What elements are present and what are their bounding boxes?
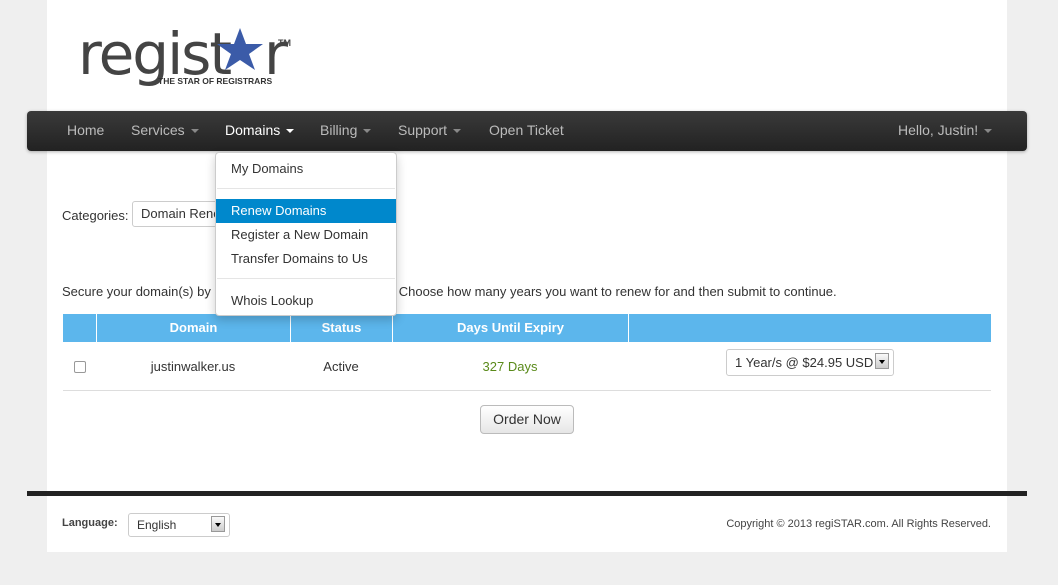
dropdown-arrow-icon	[211, 516, 225, 532]
cell-domain: justinwalker.us	[150, 359, 236, 374]
caret-down-icon	[984, 129, 993, 134]
table-row: justinwalker.us Active 327 Days 1 Year/s…	[63, 342, 991, 391]
nav-label: Support	[398, 122, 448, 138]
caret-down-icon	[453, 129, 462, 134]
menu-item-my-domains[interactable]: My Domains	[216, 157, 396, 181]
menu-divider	[217, 278, 395, 279]
cell-days: 327 Days	[482, 359, 538, 374]
nav-open-ticket[interactable]: Open Ticket	[489, 111, 564, 151]
logo-image: regist r TM THE STAR OF REGISTRARS	[78, 20, 291, 88]
header-term	[628, 314, 991, 342]
menu-item-register-domain[interactable]: Register a New Domain	[216, 223, 396, 247]
cell-status: Active	[323, 359, 359, 374]
svg-text:TM: TM	[278, 38, 291, 48]
categories-label: Categories:	[62, 208, 129, 223]
nav-billing[interactable]: Billing	[320, 111, 372, 151]
header-days-until-expiry: Days Until Expiry	[392, 314, 628, 342]
table-header: Domain Status Days Until Expiry	[63, 314, 991, 342]
term-select[interactable]: 1 Year/s @ $24.95 USD	[726, 349, 894, 376]
order-now-button[interactable]: Order Now	[480, 405, 574, 434]
header-status: Status	[290, 314, 392, 342]
header-select	[63, 314, 96, 342]
row-checkbox[interactable]	[74, 361, 86, 373]
footer-divider	[27, 491, 1027, 496]
term-value: 1 Year/s @ $24.95 USD	[735, 355, 874, 370]
intro-text: Secure your domain(s) by adding them to …	[62, 284, 837, 299]
header-domain: Domain	[96, 314, 290, 342]
menu-item-whois-lookup[interactable]: Whois Lookup	[216, 289, 396, 313]
caret-down-icon	[286, 129, 295, 134]
language-select[interactable]: English	[128, 513, 230, 537]
registar-logo[interactable]: regist r TM THE STAR OF REGISTRARS	[78, 18, 308, 90]
nav-label: Domains	[225, 122, 281, 138]
menu-item-renew-domains[interactable]: Renew Domains	[216, 199, 396, 223]
svg-text:THE STAR OF REGISTRARS: THE STAR OF REGISTRARS	[158, 76, 272, 86]
language-label: Language:	[62, 517, 118, 529]
nav-label: Hello, Justin!	[898, 122, 979, 138]
nav-user-menu[interactable]: Hello, Justin!	[898, 111, 993, 151]
copyright-text: Copyright © 2013 regiSTAR.com. All Right…	[726, 518, 991, 530]
nav-label: Services	[131, 122, 185, 138]
domains-dropdown-menu: My Domains Renew Domains Register a New …	[215, 152, 397, 316]
nav-home[interactable]: Home	[67, 111, 104, 151]
main-navbar: Home Services Domains Billing Support Op…	[27, 111, 1027, 151]
caret-down-icon	[190, 129, 199, 134]
dropdown-arrow-icon	[875, 353, 889, 369]
nav-support[interactable]: Support	[398, 111, 462, 151]
menu-item-transfer-domains[interactable]: Transfer Domains to Us	[216, 247, 396, 271]
nav-label: Billing	[320, 122, 358, 138]
nav-domains[interactable]: Domains	[225, 111, 295, 151]
language-value: English	[137, 518, 177, 532]
nav-services[interactable]: Services	[131, 111, 199, 151]
menu-divider	[217, 188, 395, 189]
caret-down-icon	[363, 129, 372, 134]
